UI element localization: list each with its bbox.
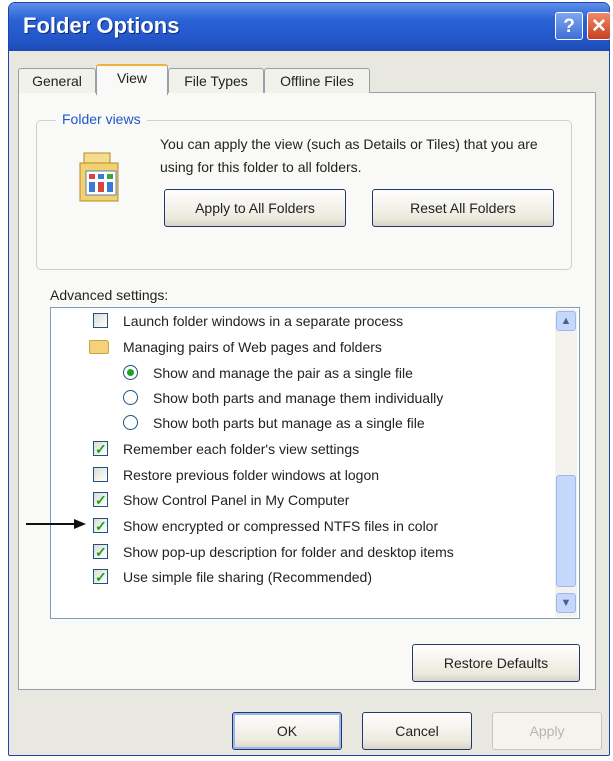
folder-views-label: Folder views: [56, 111, 147, 127]
scrollbar-thumb[interactable]: [556, 475, 576, 587]
title-bar[interactable]: Folder Options ? ✕: [9, 3, 611, 51]
tab-general[interactable]: General: [18, 68, 96, 93]
ok-button[interactable]: OK: [232, 712, 342, 750]
folder-icon: [89, 340, 109, 354]
checkbox[interactable]: [93, 438, 108, 460]
list-scrollbar[interactable]: ▲ ▼: [555, 309, 577, 617]
advanced-settings-list[interactable]: Launch folder windows in a separate proc…: [50, 307, 580, 619]
radio-button[interactable]: [123, 390, 138, 405]
apply-to-all-folders-button[interactable]: Apply to All Folders: [164, 189, 346, 227]
scroll-down-icon[interactable]: ▼: [556, 593, 576, 613]
checkbox[interactable]: [93, 489, 108, 511]
checkbox[interactable]: [93, 541, 108, 563]
restore-defaults-button[interactable]: Restore Defaults: [412, 644, 580, 682]
checkbox[interactable]: [93, 313, 108, 328]
scroll-up-icon[interactable]: ▲: [556, 311, 576, 331]
checkbox[interactable]: [93, 467, 108, 482]
tab-view[interactable]: View: [96, 64, 168, 95]
tab-offline-files[interactable]: Offline Files: [264, 68, 370, 93]
radio-button[interactable]: [123, 365, 138, 380]
folder-views-description: You can apply the view (such as Details …: [160, 136, 538, 175]
cancel-button[interactable]: Cancel: [362, 712, 472, 750]
pointer-arrow-icon: [26, 519, 86, 529]
reset-all-folders-button[interactable]: Reset All Folders: [372, 189, 554, 227]
radio-button[interactable]: [123, 415, 138, 430]
tab-file-types[interactable]: File Types: [168, 68, 264, 93]
apply-button[interactable]: Apply: [492, 712, 602, 750]
checkbox[interactable]: [93, 566, 108, 588]
folder-views-icon: [79, 152, 119, 202]
help-button[interactable]: ?: [555, 12, 583, 40]
checkbox[interactable]: [93, 515, 108, 537]
window-title: Folder Options: [23, 13, 180, 38]
advanced-settings-label: Advanced settings:: [50, 287, 169, 303]
close-button[interactable]: ✕: [587, 12, 611, 40]
